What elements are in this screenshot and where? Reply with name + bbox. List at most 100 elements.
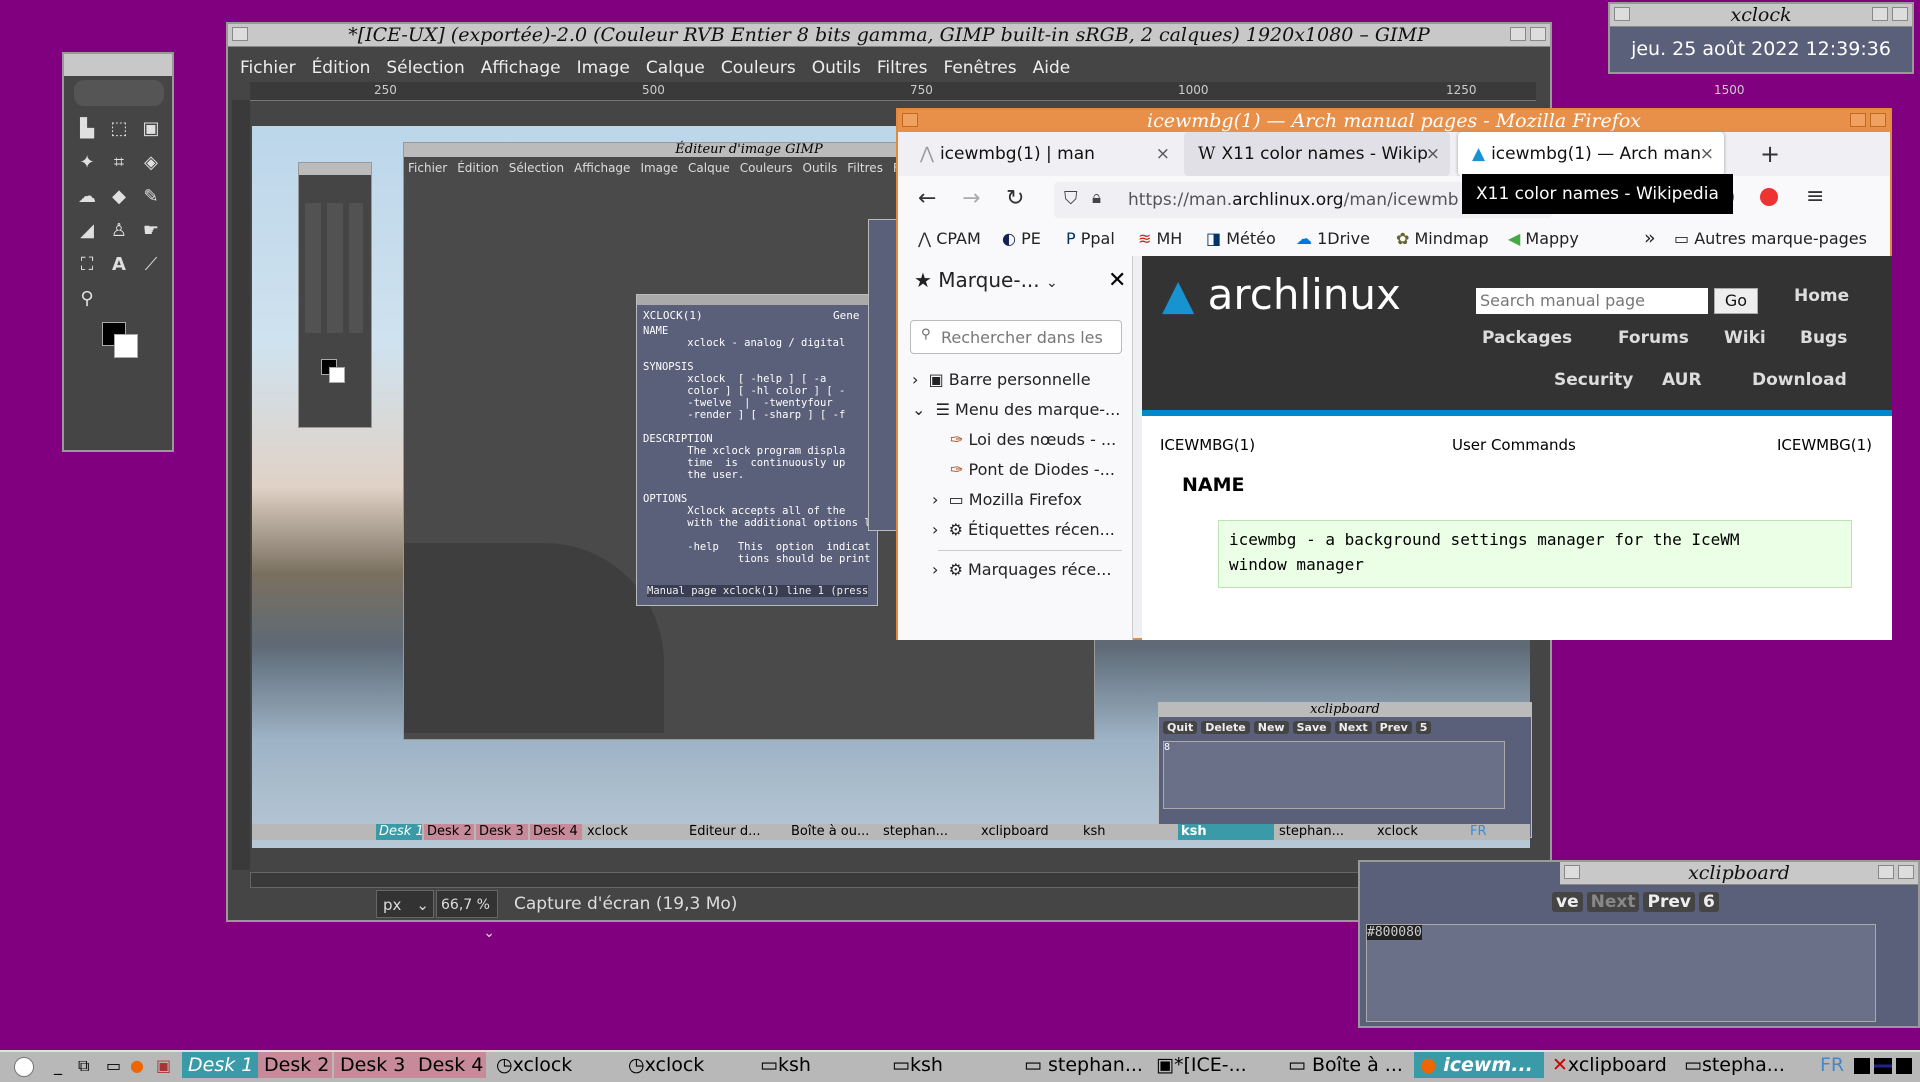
eraser-icon[interactable]: ◢	[74, 218, 100, 244]
nav-packages[interactable]: Packages	[1482, 328, 1572, 348]
reload-icon[interactable]: ↻	[1006, 186, 1024, 211]
close-tab-icon[interactable]: ×	[1426, 132, 1440, 176]
workspace-pager-3[interactable]	[1896, 1058, 1912, 1074]
nav-wiki[interactable]: Wiki	[1724, 328, 1766, 348]
nav-security[interactable]: Security	[1554, 370, 1633, 390]
xclipboard-button[interactable]: Prev	[1643, 892, 1695, 912]
menu-10[interactable]: Aide	[1033, 58, 1071, 78]
task-xclipboard[interactable]: ✕xclipboard	[1546, 1052, 1676, 1078]
gimp-titlebar[interactable]: *[ICE-UX] (exportée)-2.0 (Couleur RVB En…	[228, 24, 1550, 47]
task-ksh-2[interactable]: ▭ksh	[886, 1052, 1016, 1078]
bookmarks-overflow-icon[interactable]: »	[1644, 227, 1656, 249]
align-tool-icon[interactable]: ▙	[74, 116, 100, 142]
lock-icon[interactable]: 🔒︎	[1092, 188, 1101, 208]
desk-1[interactable]: Desk 1	[182, 1052, 258, 1078]
nav-download[interactable]: Download	[1752, 370, 1847, 390]
new-tab-icon[interactable]: +	[1760, 140, 1780, 168]
bookmark-mindmap[interactable]: ✿ Mindmap	[1396, 229, 1489, 248]
show-desktop-icon[interactable]: _	[54, 1056, 62, 1075]
menu-9[interactable]: Fenêtres	[943, 58, 1016, 78]
menu-6[interactable]: Couleurs	[721, 58, 796, 78]
window-menu-button[interactable]	[1614, 7, 1630, 21]
task-stephan-1[interactable]: ▭ stephan...	[1018, 1052, 1148, 1078]
maximize-button[interactable]	[1870, 113, 1886, 127]
task-boite-a-outils[interactable]: ▭ Boîte à ...	[1282, 1052, 1412, 1078]
firefox-launcher-icon[interactable]: ●	[130, 1056, 144, 1075]
menu-4[interactable]: Image	[577, 58, 630, 78]
minimize-button[interactable]	[1510, 27, 1526, 41]
bookmark-meteo[interactable]: ◨ Météo	[1206, 229, 1276, 248]
close-sidebar-icon[interactable]: ✕	[1108, 268, 1126, 293]
xclock-titlebar[interactable]: xclock	[1610, 4, 1912, 27]
warp-icon[interactable]: ☁	[74, 184, 100, 210]
bookmark-ppal[interactable]: P Ppal	[1066, 229, 1115, 248]
crop-icon[interactable]: ⌗	[106, 150, 132, 176]
bucket-fill-icon[interactable]: ◆	[106, 184, 132, 210]
bookmark-pe[interactable]: ◐ PE	[1002, 229, 1041, 248]
tree-mozilla-firefox[interactable]: › ▭ Mozilla Firefox	[932, 490, 1082, 509]
hamburger-menu-icon[interactable]: ≡	[1806, 184, 1824, 209]
keyboard-layout[interactable]: FR	[1820, 1052, 1850, 1078]
nav-bugs[interactable]: Bugs	[1800, 328, 1847, 348]
bookmark-mappy[interactable]: ◀ Mappy	[1508, 229, 1579, 248]
terminal-launcher-icon[interactable]: ▭	[106, 1056, 121, 1075]
xclipboard-text-area[interactable]: #800080	[1366, 924, 1876, 1022]
task-gimp[interactable]: ▣*[ICE-...	[1150, 1052, 1280, 1078]
background-color-swatch[interactable]	[114, 334, 138, 358]
nav-aur[interactable]: AUR	[1662, 370, 1702, 390]
bookmark-cpam[interactable]: ⋀ CPAM	[918, 229, 981, 248]
gimp-launcher-icon[interactable]: ▣	[156, 1056, 171, 1075]
tree-barre-personnelle[interactable]: › ▣ Barre personnelle	[912, 370, 1091, 389]
tree-marquages-recents[interactable]: › ⚙ Marquages réce...	[932, 560, 1111, 579]
task-firefox[interactable]: ● icewm...	[1414, 1052, 1544, 1078]
desk-3[interactable]: Desk 3	[334, 1052, 412, 1078]
menu-1[interactable]: Édition	[312, 58, 371, 78]
workspace-pager-2[interactable]	[1874, 1058, 1892, 1074]
bookmark-mh[interactable]: ≋ MH	[1138, 229, 1182, 248]
zoom-select[interactable]: 66,7 % ⌄	[436, 890, 498, 941]
tree-etiquettes-recentes[interactable]: › ⚙ Étiquettes récen...	[932, 520, 1115, 539]
xclipboard-button[interactable]: ve	[1552, 892, 1583, 912]
clone-icon[interactable]: ♙	[106, 218, 132, 244]
tab-arch-man[interactable]: ▲ icewmbg(1) — Arch man ×	[1458, 132, 1724, 176]
start-menu-icon[interactable]	[14, 1057, 34, 1077]
tab-icewmbg-man[interactable]: ⋀ icewmbg(1) | man ×	[906, 132, 1180, 176]
sidebar-search-input[interactable]: ⚲ Rechercher dans les	[910, 320, 1122, 354]
task-xclock-2[interactable]: ◷xclock	[622, 1052, 752, 1078]
sidebar-header[interactable]: ★ Marque-... ⌄	[914, 268, 1058, 292]
go-button[interactable]: Go	[1714, 288, 1758, 314]
rect-select-icon[interactable]: ⬚	[106, 116, 132, 142]
minimize-button[interactable]	[1850, 113, 1866, 127]
firefox-titlebar[interactable]: icewmbg(1) — Arch manual pages - Mozilla…	[898, 110, 1890, 133]
zoom-icon[interactable]: ⚲	[74, 286, 100, 312]
foreground-select-icon[interactable]: ▣	[138, 116, 164, 142]
tree-pont-de-diodes[interactable]: ✑ Pont de Diodes -...	[950, 460, 1115, 479]
menu-7[interactable]: Outils	[812, 58, 861, 78]
text-tool-icon[interactable]: A	[106, 252, 132, 278]
unit-select[interactable]: px ⌄	[376, 890, 434, 918]
other-bookmarks[interactable]: ▭ Autres marque-pages	[1674, 229, 1867, 248]
window-menu-button[interactable]	[902, 113, 918, 127]
close-tab-icon[interactable]: ×	[1700, 132, 1714, 176]
workspace-pager-1[interactable]	[1854, 1058, 1870, 1074]
menu-0[interactable]: Fichier	[240, 58, 296, 78]
menu-2[interactable]: Sélection	[386, 58, 464, 78]
pocket-icon[interactable]	[1760, 188, 1778, 206]
xclipboard-button[interactable]: Next	[1586, 892, 1640, 912]
shield-icon[interactable]: ⛉	[1064, 188, 1078, 209]
menu-3[interactable]: Affichage	[481, 58, 561, 78]
bookmark-1drive[interactable]: ☁ 1Drive	[1296, 229, 1370, 248]
desk-2[interactable]: Desk 2	[258, 1052, 332, 1078]
paths-icon[interactable]: ⛶	[74, 252, 100, 278]
color-picker-icon[interactable]: ⟋	[138, 252, 164, 278]
task-xclock-1[interactable]: ◷xclock	[490, 1052, 620, 1078]
forward-icon[interactable]: →	[962, 186, 980, 211]
menu-8[interactable]: Filtres	[877, 58, 928, 78]
xclipboard-titlebar[interactable]: xclipboard	[1560, 862, 1918, 885]
tree-menu-marque-pages[interactable]: ⌄ ☰ Menu des marque-...	[912, 400, 1120, 419]
task-ksh-1[interactable]: ▭ksh	[754, 1052, 884, 1078]
minimize-button[interactable]	[1878, 865, 1894, 879]
horizontal-scrollbar[interactable]	[250, 872, 1522, 888]
paintbrush-icon[interactable]: ✎	[138, 184, 164, 210]
maximize-button[interactable]	[1892, 7, 1908, 21]
